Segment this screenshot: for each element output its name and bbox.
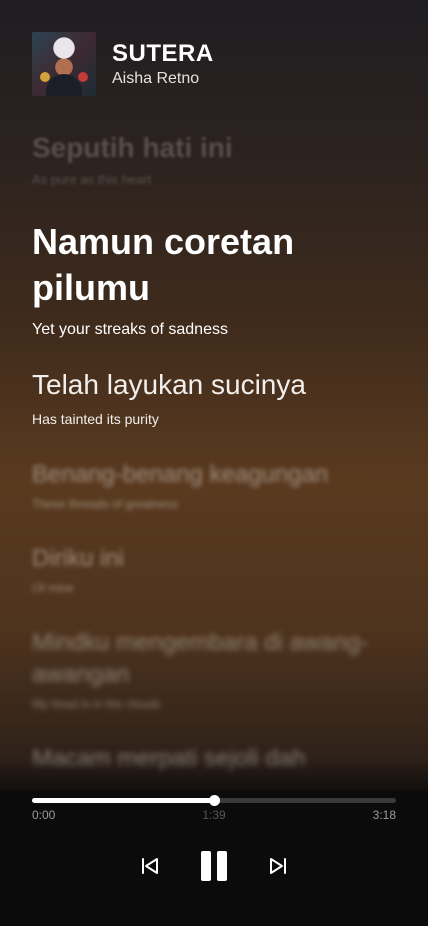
pause-icon bbox=[201, 851, 227, 881]
lyric-translation: These threads of greatness bbox=[32, 497, 179, 511]
artist-name[interactable]: Aisha Retno bbox=[112, 70, 214, 88]
lyric-line-past[interactable]: Seputih hati ini As pure as this heart bbox=[32, 128, 392, 187]
lyric-original: Namun coretan pilumu bbox=[32, 221, 295, 308]
lyric-line-upcoming[interactable]: Diriku ini Of mine bbox=[32, 543, 392, 595]
album-art[interactable] bbox=[32, 32, 96, 96]
lyric-translation: As pure as this heart bbox=[32, 172, 152, 187]
midpoint-time: 1:39 bbox=[202, 808, 226, 822]
album-art-accent bbox=[40, 72, 50, 82]
lyric-line-upcoming[interactable]: Mindku mengembara di awang-awangan My he… bbox=[32, 627, 392, 711]
lyric-original: Benang-benang keagungan bbox=[32, 461, 329, 488]
lyric-original: Seputih hati ini bbox=[32, 132, 233, 163]
track-meta: SUTERA Aisha Retno bbox=[112, 40, 214, 88]
lyrics-list: Seputih hati ini As pure as this heart N… bbox=[32, 128, 392, 775]
progress-fill bbox=[32, 798, 214, 803]
skip-back-icon bbox=[142, 858, 158, 874]
lyric-original: Telah layukan sucinya bbox=[32, 369, 306, 400]
now-playing-header: SUTERA Aisha Retno bbox=[32, 32, 214, 96]
previous-track-button[interactable] bbox=[138, 854, 162, 878]
lyric-original: Mindku mengembara di awang-awangan bbox=[32, 629, 369, 688]
total-duration: 3:18 bbox=[372, 808, 396, 822]
lyric-line-next[interactable]: Telah layukan sucinya Has tainted its pu… bbox=[32, 367, 392, 427]
pause-button[interactable] bbox=[196, 848, 232, 884]
skip-forward-icon bbox=[270, 858, 286, 874]
lyric-original: Diriku ini bbox=[32, 545, 125, 572]
lyric-line-upcoming[interactable]: Benang-benang keagungan These threads of… bbox=[32, 459, 392, 511]
lyric-translation: Yet your streaks of sadness bbox=[32, 321, 228, 338]
song-title: SUTERA bbox=[112, 40, 214, 67]
progress-bar[interactable] bbox=[32, 795, 396, 806]
lyric-translation: Of mine bbox=[32, 581, 75, 595]
progress-handle[interactable] bbox=[209, 795, 220, 806]
next-track-button[interactable] bbox=[266, 854, 290, 878]
lyric-translation: My head is in the clouds bbox=[32, 697, 161, 711]
elapsed-time: 0:00 bbox=[32, 808, 56, 822]
lyric-translation: Has tainted its purity bbox=[32, 411, 159, 427]
album-art-figure bbox=[46, 74, 82, 96]
lyric-line-current[interactable]: Namun coretan pilumu Yet your streaks of… bbox=[32, 219, 392, 339]
album-art-accent bbox=[78, 72, 88, 82]
